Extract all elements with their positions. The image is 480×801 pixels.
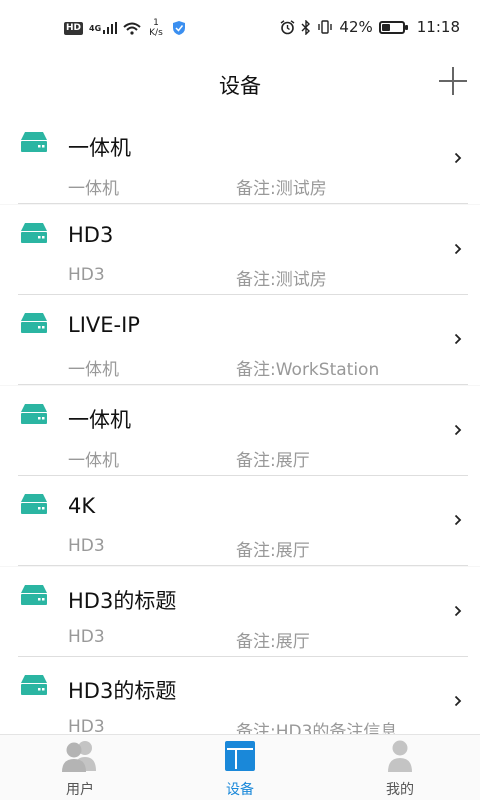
chevron-right-icon (454, 695, 462, 707)
tab-users-label: 用户 (66, 782, 94, 798)
device-row[interactable]: LIVE-IP 一体机 备注:WorkStation (0, 295, 480, 385)
device-name: HD3的标题 (68, 588, 177, 613)
page-title: 设备 (219, 74, 261, 98)
status-left: HD 4G 1 K/s (64, 18, 185, 38)
shield-icon (172, 21, 185, 35)
profile-icon (388, 740, 412, 772)
device-type: HD3 (68, 717, 105, 734)
status-bar: HD 4G 1 K/s 42% 11:18 (0, 0, 480, 56)
device-type: HD3 (68, 264, 105, 285)
bluetooth-icon (301, 19, 311, 35)
alarm-icon (281, 19, 295, 34)
battery-percent: 42% (339, 18, 373, 36)
tab-devices[interactable]: 设备 (160, 735, 320, 801)
device-note: 备注:展厅 (236, 541, 310, 561)
device-name: HD3 (68, 222, 114, 247)
wifi-icon (123, 22, 141, 35)
device-note: 备注:WorkStation (236, 360, 380, 380)
chevron-right-icon (454, 605, 462, 616)
network-speed: 1 K/s (149, 18, 163, 38)
vibrate-icon (318, 20, 333, 34)
chevron-right-icon (454, 424, 462, 435)
tab-bar: 用户 设备 我的 (0, 734, 480, 800)
add-device-button[interactable] (438, 66, 468, 96)
device-icon (21, 584, 47, 605)
device-tab-icon (225, 741, 255, 771)
device-type: HD3 (68, 536, 105, 556)
device-icon (21, 403, 47, 424)
device-note: 备注:测试房 (236, 179, 327, 199)
device-icon (21, 222, 47, 243)
device-type: 一体机 (68, 179, 119, 199)
device-icon (21, 494, 47, 514)
nav-bar: 设备 (0, 56, 480, 114)
battery-fill (381, 23, 390, 31)
device-name: 一体机 (68, 407, 131, 432)
device-note: 备注:展厅 (236, 450, 310, 471)
device-row[interactable]: 4K HD3 备注:展厅 (0, 476, 480, 566)
device-note: 备注:测试房 (236, 269, 327, 290)
status-right: 42% 11:18 (280, 18, 460, 36)
device-icon (21, 313, 47, 333)
device-name: 4K (68, 494, 96, 518)
network-label: 4G (89, 23, 102, 33)
device-type: 一体机 (68, 360, 119, 380)
device-row[interactable]: HD3 HD3 备注:测试房 (0, 204, 480, 295)
chevron-right-icon (454, 333, 462, 345)
device-icon (21, 132, 47, 152)
hd-badge: HD (64, 21, 84, 35)
device-row[interactable]: 一体机 一体机 备注:测试房 (0, 114, 480, 204)
device-type: 一体机 (68, 450, 119, 471)
device-note: 备注:HD3的备注信息 (236, 722, 398, 734)
device-type: HD3 (68, 626, 105, 647)
device-icon (21, 675, 47, 695)
device-row[interactable]: HD3的标题 HD3 备注:HD3的备注信息 (0, 657, 480, 734)
signal-icon (103, 22, 118, 34)
battery-icon (378, 20, 408, 34)
device-list[interactable]: 一体机 一体机 备注:测试房 HD3 HD3 备注:测试房 LIVE-IP 一体机 备注:Wor… (0, 114, 480, 734)
device-row[interactable]: 一体机 一体机 备注:展厅 (0, 385, 480, 476)
chevron-right-icon (454, 152, 462, 164)
device-row[interactable]: HD3的标题 HD3 备注:展厅 (0, 566, 480, 657)
chevron-right-icon (454, 514, 462, 526)
device-name: HD3的标题 (68, 679, 177, 703)
device-name: 一体机 (68, 136, 131, 160)
chevron-right-icon (454, 243, 462, 254)
tab-profile-label: 我的 (386, 782, 414, 798)
speed-unit: K/s (149, 28, 163, 38)
users-icon (62, 741, 96, 772)
device-name: LIVE-IP (68, 313, 140, 337)
clock: 11:18 (416, 18, 460, 36)
tab-users[interactable]: 用户 (0, 735, 160, 801)
device-note: 备注:展厅 (236, 631, 310, 652)
tab-profile[interactable]: 我的 (320, 735, 480, 801)
speed-value: 1 (153, 18, 159, 28)
tab-devices-label: 设备 (226, 782, 254, 798)
